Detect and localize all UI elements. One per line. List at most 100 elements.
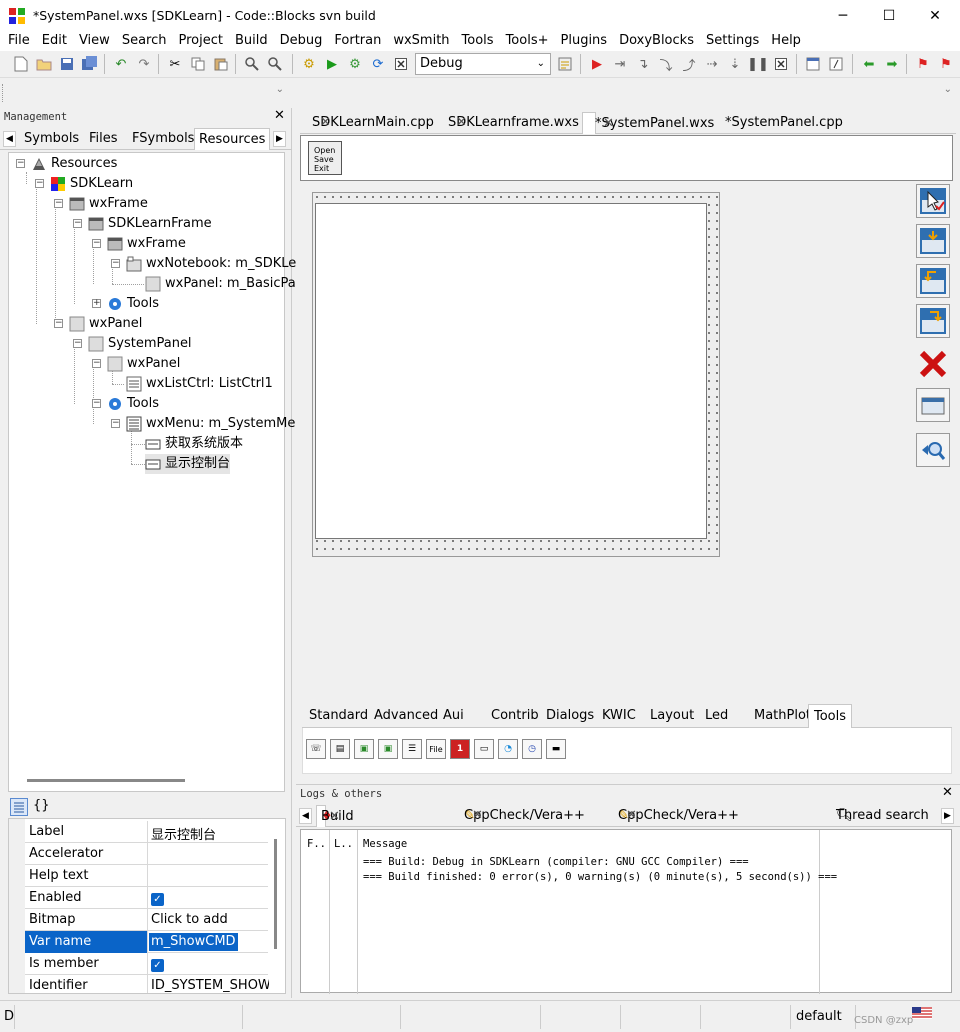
palette-tab-aui[interactable]: Aui	[438, 704, 469, 728]
tab-sdklearnframe-wxs[interactable]: SDKLearnframe.wxs ✕	[436, 112, 579, 134]
delete-item-button[interactable]	[916, 347, 950, 381]
menu-tool-icon[interactable]: ☰	[402, 739, 422, 759]
menu-doxyblocks[interactable]: DoxyBlocks	[613, 31, 700, 51]
timer-tool-icon[interactable]: ☏	[306, 739, 326, 759]
redo-icon[interactable]: ↷	[135, 55, 153, 73]
find-icon[interactable]	[243, 55, 261, 73]
property-row-identifier[interactable]: Identifier ID_SYSTEM_SHOWC	[25, 975, 269, 993]
minimize-button[interactable]: ─	[820, 0, 866, 32]
varname-input[interactable]: m_ShowCMD	[149, 933, 238, 951]
colordialog-tool-icon[interactable]: ▣	[378, 739, 398, 759]
collapse-sdklearn-icon[interactable]: −	[35, 179, 44, 188]
step-into-instruction-icon[interactable]: ⇣	[726, 55, 744, 73]
tree-item-wxframe[interactable]: wxFrame	[69, 194, 148, 214]
toolbar-tool-icon[interactable]: ▬	[546, 739, 566, 759]
menu-help[interactable]: Help	[765, 31, 807, 51]
collapse-wxframe-2-icon[interactable]: −	[92, 239, 101, 248]
collapse-tools-2-icon[interactable]: −	[92, 399, 101, 408]
tree-item-wxpanel-2[interactable]: wxPanel	[107, 354, 180, 374]
tab-scroll-right-icon[interactable]: ▶	[941, 808, 954, 824]
palette-tab-standard[interactable]: Standard	[304, 704, 373, 728]
insert-before-button[interactable]	[916, 264, 950, 298]
palette-tab-dialogs[interactable]: Dialogs	[541, 704, 599, 728]
palette-tab-led[interactable]: Led	[700, 704, 733, 728]
quick-props-button[interactable]	[916, 433, 950, 467]
scope-select[interactable]: ⌄	[10, 82, 288, 104]
systempanel-preview[interactable]	[315, 203, 707, 539]
tree-horizontal-scrollbar[interactable]	[27, 779, 185, 782]
close-tab-icon[interactable]: ✕	[450, 112, 473, 134]
tab-files[interactable]: Files	[85, 128, 122, 150]
collapse-wxmenu-icon[interactable]: −	[111, 419, 120, 428]
collapse-wxframe-icon[interactable]: −	[54, 199, 63, 208]
tree-item-wxframe-2[interactable]: wxFrame	[107, 234, 186, 254]
abort-icon[interactable]	[392, 55, 410, 73]
tab-resources[interactable]: Resources	[194, 128, 271, 150]
clock-tool-icon[interactable]: ◷	[522, 739, 542, 759]
build-target-select[interactable]: Debug ⌄	[415, 53, 551, 75]
close-tab-icon[interactable]: ✕	[314, 112, 337, 134]
step-out-icon[interactable]: ⤴	[680, 55, 698, 74]
collapse-wxnotebook-icon[interactable]: −	[111, 259, 120, 268]
close-tab-icon[interactable]: ✕	[472, 805, 483, 827]
tree-item-wxnotebook[interactable]: wxNotebook: m_SDKLe	[126, 254, 296, 274]
menu-debug[interactable]: Debug	[274, 31, 329, 51]
step-into-icon[interactable]: ⤵	[657, 55, 675, 74]
stop-debug-icon[interactable]	[772, 55, 790, 73]
next-instruction-icon[interactable]: ⇢	[703, 55, 721, 73]
column-line[interactable]: L..	[334, 838, 353, 850]
tree-item-sdklearn[interactable]: SDKLearn	[50, 174, 133, 194]
maximize-button[interactable]: ☐	[866, 0, 912, 32]
save-all-icon[interactable]	[81, 55, 99, 73]
tab-fsymbols[interactable]: FSymbols	[128, 128, 198, 150]
new-file-icon[interactable]	[12, 55, 30, 73]
menu-edit[interactable]: Edit	[36, 31, 73, 51]
menu-plugins[interactable]: Plugins	[555, 31, 614, 51]
tab-scroll-right-icon[interactable]: ▶	[273, 131, 286, 147]
tab-symbols[interactable]: Symbols	[20, 128, 83, 150]
tab-cppcheck[interactable]: ✎ CppCheck/Vera++ ✕	[460, 805, 585, 827]
tree-item-tools[interactable]: Tools	[107, 294, 159, 314]
property-value[interactable]: Click to add	[151, 912, 228, 927]
property-row-enabled[interactable]: Enabled ✓	[25, 887, 268, 909]
property-value[interactable]: ID_SYSTEM_SHOWC	[151, 978, 269, 993]
file-tool-icon[interactable]: File	[426, 739, 446, 759]
menu-tools[interactable]: Tools	[456, 31, 500, 51]
tree-item-tools-2[interactable]: Tools	[107, 394, 159, 414]
select-target-dialog-icon[interactable]	[556, 55, 574, 73]
number-tool-icon[interactable]: 1	[450, 739, 470, 759]
column-message[interactable]: Message	[363, 838, 407, 850]
tree-item-sdklearnframe[interactable]: SDKLearnFrame	[88, 214, 212, 234]
collapse-systempanel-icon[interactable]: −	[73, 339, 82, 348]
next-line-icon[interactable]: ↴	[634, 55, 652, 73]
close-tab-icon[interactable]: ✕	[597, 113, 620, 135]
enabled-checkbox[interactable]: ✓	[151, 891, 164, 906]
debug-start-icon[interactable]: ▶	[588, 55, 606, 73]
ismember-checkbox[interactable]: ✓	[151, 957, 164, 972]
palette-tab-mathplot[interactable]: MathPlot	[749, 704, 816, 728]
menu-tools-plus[interactable]: Tools+	[500, 31, 555, 51]
pause-icon[interactable]: ❚❚	[747, 55, 769, 73]
tab-scroll-left-icon[interactable]: ◀	[3, 131, 16, 147]
open-save-exit-menu-item[interactable]: Open Save Exit	[308, 141, 342, 175]
palette-tab-layout[interactable]: Layout	[645, 704, 699, 728]
replace-icon[interactable]	[266, 55, 284, 73]
property-row-varname[interactable]: Var name m_ShowCMD	[25, 931, 268, 953]
run-to-cursor-icon[interactable]: ⇥	[611, 55, 629, 73]
menu-build[interactable]: Build	[229, 31, 274, 51]
tab-systempanel-wxs[interactable]: *SystemPanel.wxs ✕	[582, 112, 714, 134]
tree-item-wxpanel-basicpage[interactable]: wxPanel: m_BasicPag	[145, 274, 304, 294]
rebuild-icon[interactable]: ⟳	[369, 55, 387, 73]
column-file[interactable]: F..	[307, 838, 326, 850]
undo-icon[interactable]: ↶	[112, 55, 130, 73]
tab-sdklearnmain-cpp[interactable]: SDKLearnMain.cpp ✕	[300, 112, 434, 134]
menu-search[interactable]: Search	[116, 31, 173, 51]
tree-item-resources[interactable]: Resources	[31, 154, 117, 174]
paste-icon[interactable]	[212, 55, 230, 73]
collapse-wxpanel-icon[interactable]: −	[54, 319, 63, 328]
tree-item-wxmenu[interactable]: wxMenu: m_SystemMer	[126, 414, 301, 434]
tab-systempanel-cpp[interactable]: *SystemPanel.cpp	[713, 112, 843, 134]
property-row-accelerator[interactable]: Accelerator	[25, 843, 268, 865]
palette-tab-advanced[interactable]: Advanced	[369, 704, 443, 728]
jump-forward-icon[interactable]: ➡	[883, 55, 901, 73]
